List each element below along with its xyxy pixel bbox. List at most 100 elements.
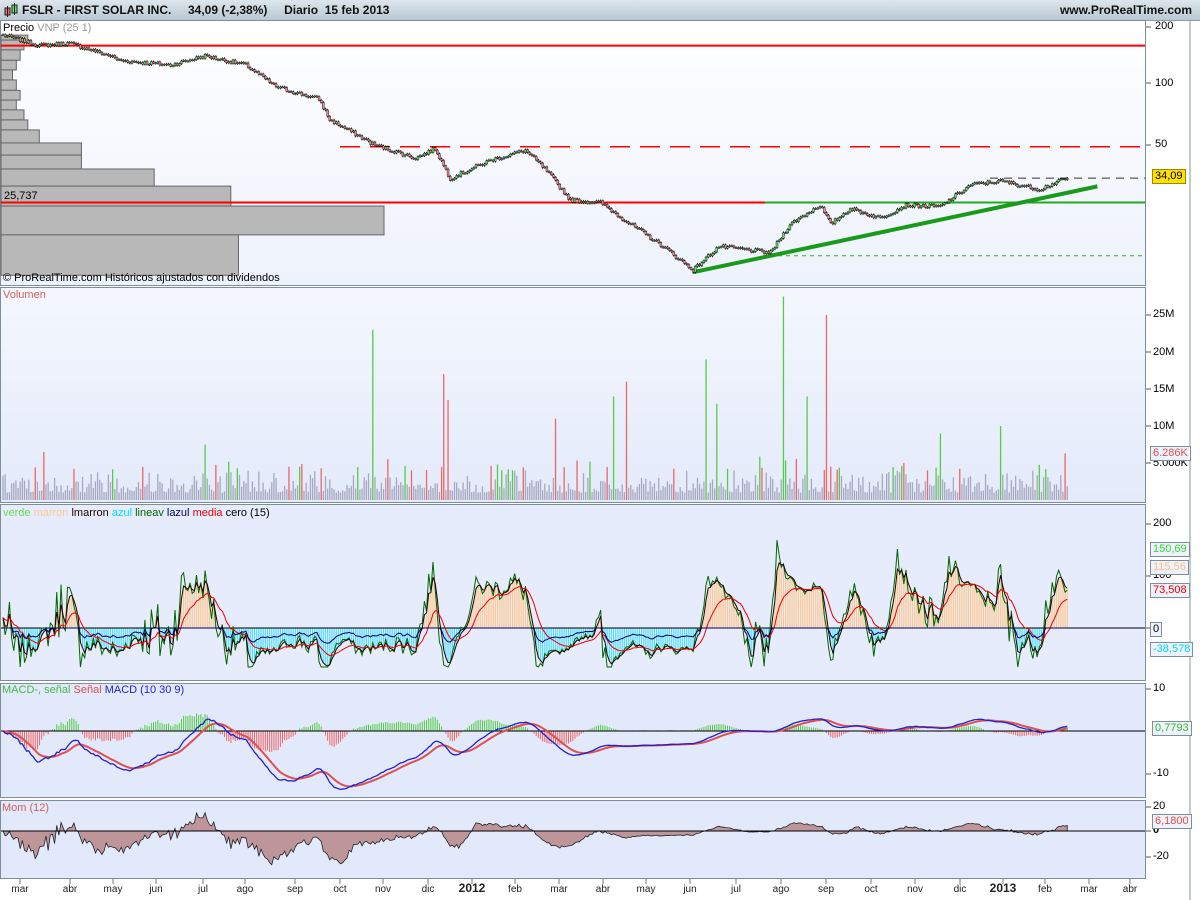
candle	[754, 248, 757, 252]
candle	[752, 251, 755, 253]
candle	[1061, 178, 1065, 181]
candle	[709, 254, 712, 257]
candle	[640, 228, 643, 230]
candle	[104, 53, 108, 56]
candle	[55, 42, 58, 46]
price-axis-100: 100	[1155, 77, 1174, 89]
candle	[902, 207, 906, 209]
candle	[178, 63, 181, 66]
candle	[218, 59, 222, 61]
candle	[94, 49, 97, 53]
candle	[704, 256, 708, 262]
candle	[565, 193, 568, 196]
macd-axis-10: 10	[1153, 682, 1166, 694]
x-axis-month-label: nov	[906, 884, 924, 895]
candle	[775, 241, 779, 248]
macd-legend: MACD-, señal Señal MACD (10 30 9)	[2, 684, 184, 696]
candle	[309, 95, 312, 98]
candle	[814, 208, 817, 210]
x-axis-month-label: mar	[11, 884, 29, 895]
candle	[292, 91, 295, 94]
x-axis-month-label: feb	[508, 884, 522, 895]
candle	[461, 171, 465, 174]
candle	[274, 83, 278, 88]
candle	[27, 40, 30, 44]
candle	[49, 43, 52, 47]
candle	[554, 177, 557, 181]
x-axis-month-label: ago	[772, 884, 790, 895]
candle	[969, 185, 972, 187]
candle	[466, 171, 469, 174]
candle	[627, 221, 630, 224]
candle	[799, 216, 802, 219]
candle	[838, 217, 841, 221]
candle	[474, 164, 478, 168]
candle	[380, 144, 383, 147]
candle	[438, 153, 441, 160]
candle	[939, 205, 942, 207]
volume-profile-bar	[0, 79, 17, 91]
candle	[109, 55, 112, 57]
candle	[242, 62, 246, 64]
candle	[476, 164, 480, 166]
x-axis-month-label: jul	[730, 884, 742, 895]
candle	[287, 91, 291, 93]
volume-profile-bar	[0, 234, 239, 276]
candle	[1066, 177, 1069, 180]
candle	[1053, 183, 1056, 185]
candle	[225, 60, 228, 64]
candle	[268, 78, 271, 83]
candle	[12, 36, 15, 39]
candle	[1020, 185, 1024, 187]
candle	[707, 254, 710, 258]
candle	[352, 130, 355, 133]
candle	[410, 156, 413, 159]
oscillator-legend-item: lmarron	[71, 507, 112, 519]
oscillator-legend-item: verde	[3, 507, 34, 519]
candle	[332, 119, 336, 124]
candle	[616, 213, 620, 217]
candle	[541, 162, 544, 168]
candle	[68, 42, 71, 44]
candle	[526, 149, 529, 153]
candle	[382, 145, 385, 150]
candle	[79, 44, 82, 49]
candle	[898, 208, 901, 211]
candle	[810, 211, 813, 214]
x-axis-month-label: sep	[286, 884, 304, 895]
candle	[165, 63, 168, 66]
candle	[356, 134, 359, 137]
oscillator-legend-item: cero (15)	[225, 507, 270, 519]
momentum-legend: Mom (12)	[2, 802, 50, 814]
candle	[997, 179, 1000, 183]
candle	[429, 149, 433, 153]
candle	[66, 42, 69, 46]
candle	[975, 182, 979, 184]
candle	[530, 154, 534, 156]
candle	[304, 94, 308, 97]
candle	[122, 59, 125, 62]
x-axis-month-label: sep	[817, 884, 835, 895]
candle	[16, 36, 20, 39]
candle	[277, 86, 280, 89]
candle	[676, 258, 680, 260]
candle	[618, 216, 622, 218]
candle	[1016, 184, 1019, 188]
candle	[891, 213, 895, 215]
candle	[395, 150, 398, 154]
candle	[659, 242, 663, 248]
candle	[696, 263, 699, 267]
candle	[418, 155, 422, 157]
candle	[92, 49, 95, 51]
candle	[937, 205, 940, 207]
candle	[786, 229, 789, 233]
candle	[470, 168, 473, 171]
candle	[1027, 184, 1030, 187]
x-axis-month-label: feb	[1038, 884, 1052, 895]
candle	[1001, 179, 1004, 182]
candle	[42, 43, 46, 45]
candle	[313, 95, 316, 98]
candle	[668, 248, 671, 251]
candle	[21, 38, 24, 43]
candle	[188, 59, 192, 62]
